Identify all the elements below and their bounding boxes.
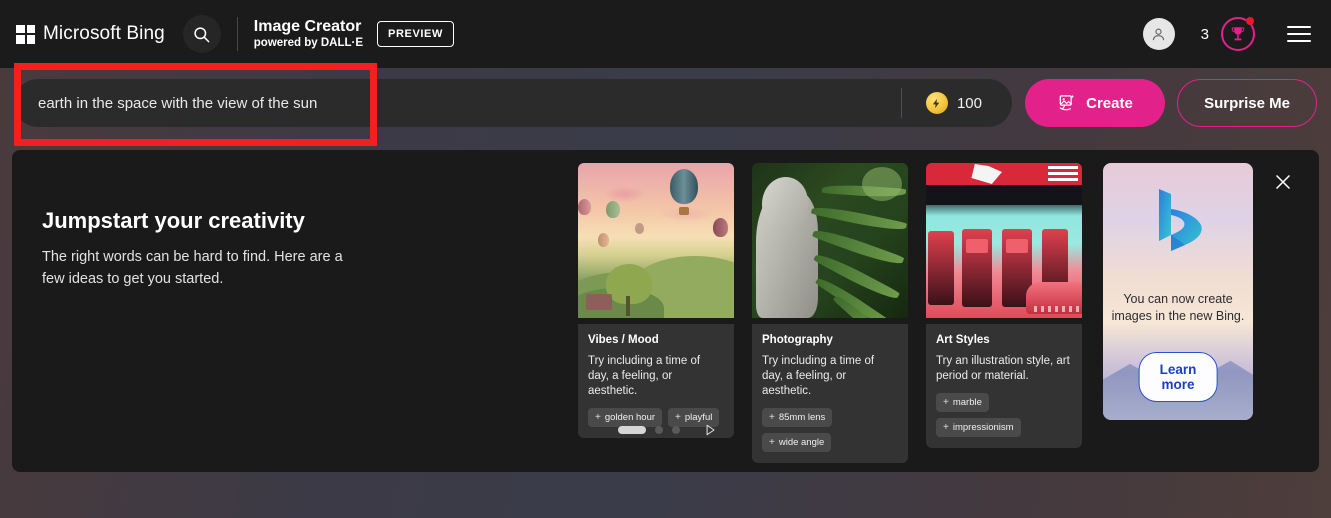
idea-tag-list: + marble + impressionism [936, 393, 1072, 437]
plus-icon: + [595, 412, 601, 423]
app-header: Microsoft Bing Image Creator powered by … [0, 0, 1331, 68]
idea-tag[interactable]: + wide angle [762, 433, 832, 452]
bing-brand[interactable]: Microsoft Bing [16, 23, 165, 45]
plus-icon: + [943, 397, 949, 408]
idea-thumbnail[interactable] [752, 163, 908, 318]
plus-icon: + [769, 437, 775, 448]
carousel-indicator[interactable] [655, 426, 663, 434]
page-subtitle: powered by DALL·E [253, 37, 364, 49]
carousel-indicator[interactable] [672, 426, 680, 434]
hamburger-icon [1287, 26, 1311, 28]
idea-tag-label: wide angle [778, 437, 825, 448]
trophy-icon [1231, 27, 1245, 41]
statue-head-shape [762, 177, 808, 229]
jumpstart-heading: Jumpstart your creativity [42, 208, 305, 233]
idea-tag-label: 85mm lens [778, 412, 826, 423]
prompt-input[interactable] [14, 79, 901, 127]
idea-tag[interactable]: + impressionism [936, 418, 1021, 437]
idea-category: Photography [762, 334, 833, 346]
header-divider [236, 17, 238, 51]
create-button-label: Create [1086, 94, 1133, 112]
carousel-controls [618, 423, 717, 437]
idea-meta: Art Styles Try an illustration style, ar… [926, 324, 1082, 448]
bing-promo-card[interactable]: You can now create images in the new Bin… [1103, 163, 1253, 420]
plus-icon: + [769, 412, 775, 423]
idea-tag-list: +85mm lens + wide angle [762, 408, 898, 452]
play-triangle-icon [706, 424, 715, 436]
image-wand-icon [1059, 94, 1075, 111]
idea-description: Try including a time of day, a feeling, … [762, 355, 875, 397]
person-icon [1152, 28, 1165, 40]
search-icon [194, 26, 210, 42]
jumpstart-subtext: The right words can be hard to find. Her… [42, 249, 343, 287]
idea-category: Vibes / Mood [588, 334, 659, 346]
notification-dot [1246, 17, 1254, 25]
promo-text: You can now create images in the new Bin… [1111, 292, 1245, 323]
menu-button[interactable] [1287, 26, 1311, 42]
idea-meta: Photography Try including a time of day,… [752, 324, 908, 463]
idea-tag-label: playful [684, 412, 713, 423]
boost-count-label: 100 [956, 94, 982, 112]
rewards-button[interactable] [1221, 17, 1255, 51]
carousel-play-button[interactable] [703, 423, 717, 437]
neon-gas-station-image [926, 163, 1082, 318]
boost-counter[interactable]: 100 [902, 92, 1012, 114]
idea-tag-label: marble [952, 397, 982, 408]
preview-badge[interactable]: PREVIEW [377, 21, 454, 47]
header-actions: 3 [1142, 17, 1311, 51]
create-button[interactable]: Create [1025, 79, 1165, 127]
idea-tag-label: golden hour [604, 412, 656, 423]
lightning-bolt-icon [925, 92, 948, 114]
surprise-me-button[interactable]: Surprise Me [1177, 79, 1317, 127]
learn-more-button[interactable]: Learn more [1138, 352, 1218, 402]
statue-foliage-image [752, 163, 908, 318]
idea-category: Art Styles [936, 334, 990, 346]
carousel-indicator-active[interactable] [618, 426, 646, 434]
idea-card-list: Vibes / Mood Try including a time of day… [578, 163, 1082, 463]
brand-label: Microsoft Bing [43, 23, 165, 44]
close-panel-button[interactable] [1269, 168, 1297, 196]
idea-meta: Vibes / Mood Try including a time of day… [578, 324, 734, 438]
avatar[interactable] [1142, 18, 1175, 50]
idea-tag[interactable]: + marble [936, 393, 989, 412]
microsoft-logo-icon [16, 24, 35, 44]
prompt-bar: 100 [14, 79, 1012, 127]
balloon-landscape-image [578, 163, 734, 318]
idea-description: Try an illustration style, art period or… [936, 355, 1070, 382]
close-icon [1276, 175, 1290, 189]
idea-tag[interactable]: +85mm lens [762, 408, 833, 427]
rewards-count: 3 [1200, 25, 1209, 43]
product-title-block: Image Creator powered by DALL·E [254, 17, 363, 51]
search-button[interactable] [182, 15, 221, 53]
plus-icon: + [943, 422, 949, 433]
idea-description: Try including a time of day, a feeling, … [588, 355, 701, 397]
plus-icon: + [675, 412, 681, 423]
idea-thumbnail[interactable] [578, 163, 734, 318]
idea-tag-label: impressionism [952, 422, 1014, 433]
idea-card[interactable]: Photography Try including a time of day,… [752, 163, 908, 463]
idea-card[interactable]: Art Styles Try an illustration style, ar… [926, 163, 1082, 463]
idea-thumbnail[interactable] [926, 163, 1082, 318]
bing-logo-icon [1145, 185, 1211, 266]
page-title: Image Creator [253, 18, 362, 35]
jumpstart-panel: Jumpstart your creativity The right word… [12, 150, 1319, 472]
idea-card[interactable]: Vibes / Mood Try including a time of day… [578, 163, 734, 463]
